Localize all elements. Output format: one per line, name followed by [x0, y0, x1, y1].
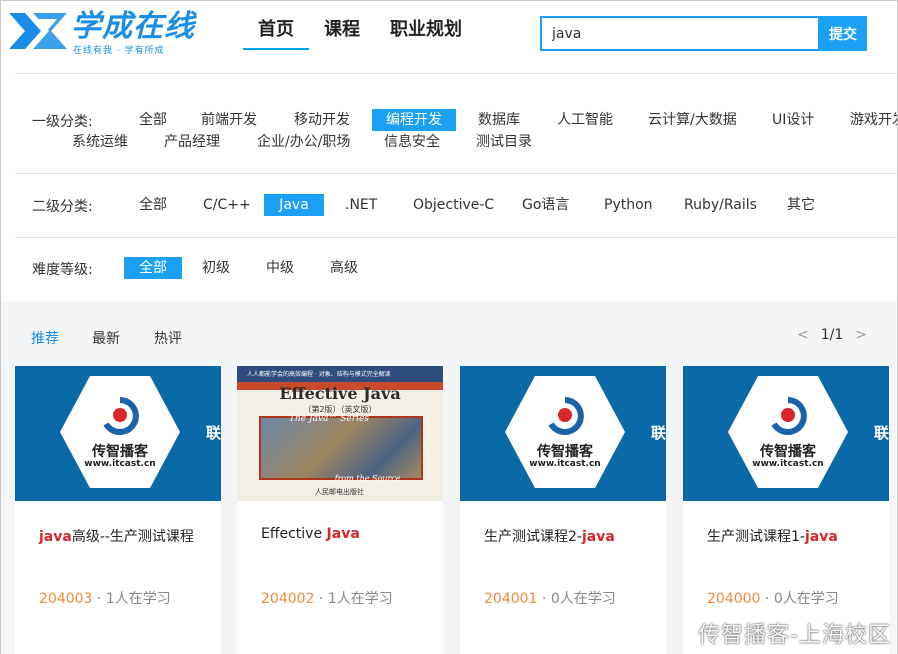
- filter-option-selected[interactable]: Java: [264, 194, 324, 216]
- course-title[interactable]: 生产测试课程1-java: [707, 526, 838, 546]
- sort-recommend[interactable]: 推荐: [31, 328, 59, 348]
- filter-option[interactable]: 游戏开发: [836, 109, 897, 131]
- filter-option[interactable]: Ruby/Rails: [670, 194, 771, 216]
- thumb-side-text: 联: [650, 424, 666, 442]
- logo-slogan: 在线有我 · 学有所成: [73, 46, 165, 56]
- filter-level2-label: 二级分类:: [32, 199, 93, 215]
- main-nav: 首页 课程 职业规划: [243, 17, 477, 51]
- filter-option[interactable]: Python: [590, 194, 667, 216]
- course-thumbnail[interactable]: 传智播客 www.itcast.cn 联: [683, 366, 889, 501]
- nav-courses[interactable]: 课程: [309, 17, 375, 50]
- brand-name: 传智播客: [537, 444, 593, 460]
- nav-career[interactable]: 职业规划: [375, 17, 477, 50]
- filter-option[interactable]: 测试目录: [462, 131, 546, 153]
- book-publisher: 人民邮电出版社: [315, 488, 364, 496]
- book-cover-photo: [259, 416, 423, 480]
- pagination: < 1/1 >: [797, 327, 867, 343]
- filter-option[interactable]: 移动开发: [280, 109, 364, 131]
- filter-level1-label: 一级分类:: [32, 114, 93, 130]
- filter-option[interactable]: .NET: [331, 194, 391, 216]
- course-meta: 204002 · 1人在学习: [261, 591, 393, 607]
- thumb-side-text: 联: [873, 424, 889, 442]
- course-title[interactable]: java高级--生产测试课程: [39, 526, 194, 546]
- brand-url: www.itcast.cn: [84, 459, 156, 469]
- search-bar: 提交: [540, 16, 868, 51]
- brand-name: 传智播客: [760, 444, 816, 460]
- brand-url: www.itcast.cn: [752, 459, 824, 469]
- filter-difficulty-label: 难度等级:: [32, 262, 93, 278]
- filter-option[interactable]: 产品经理: [150, 131, 234, 153]
- book-series: The Java™ Series: [289, 414, 369, 424]
- prev-page-button[interactable]: <: [797, 327, 809, 343]
- course-thumbnail[interactable]: 传智播客 www.itcast.cn 联: [15, 366, 221, 501]
- course-thumbnail[interactable]: 人人都能学会的高效编程 · 对象、结构与模式完全解读 Effective Jav…: [237, 366, 443, 501]
- filter-option[interactable]: Objective-C: [399, 194, 508, 216]
- course-list-area: 推荐 最新 热评 < 1/1 > 传智播客 www.itcast.cn 联 ja…: [1, 301, 897, 654]
- filter-option[interactable]: 云计算/大数据: [634, 109, 751, 131]
- course-title[interactable]: Effective Java: [261, 526, 360, 542]
- watermark: 传智播客-上海校区: [698, 623, 891, 648]
- nav-home[interactable]: 首页: [243, 17, 309, 50]
- filter-option[interactable]: 初级: [188, 257, 244, 279]
- filter-option[interactable]: UI设计: [758, 109, 828, 131]
- site-header: 学成在线 在线有我 · 学有所成 首页 课程 职业规划 提交: [1, 1, 897, 71]
- sort-hot[interactable]: 热评: [154, 328, 182, 348]
- filter-option[interactable]: 数据库: [464, 109, 534, 131]
- logo-x-icon: [9, 13, 67, 49]
- divider: [15, 73, 897, 74]
- course-thumbnail[interactable]: 传智播客 www.itcast.cn 联: [460, 366, 666, 501]
- book-title: Effective Java: [279, 384, 401, 403]
- itcast-logo-icon: [771, 397, 807, 435]
- filter-option[interactable]: 其它: [773, 194, 829, 216]
- filter-option[interactable]: 系统运维: [58, 131, 142, 153]
- brand-name: 传智播客: [92, 444, 148, 460]
- filter-option[interactable]: C/C++: [189, 194, 265, 216]
- page-indicator: 1/1: [820, 327, 844, 343]
- thumb-side-text: 联: [205, 424, 221, 442]
- book-banner: 人人都能学会的高效编程 · 对象、结构与模式完全解读: [237, 366, 443, 382]
- course-meta: 204003 · 1人在学习: [39, 591, 171, 607]
- filter-option[interactable]: 人工智能: [543, 109, 627, 131]
- filter-option[interactable]: 信息安全: [370, 131, 454, 153]
- itcast-logo-icon: [548, 397, 584, 435]
- filter-option[interactable]: 全部: [125, 194, 181, 216]
- logo-title: 学成在线: [71, 9, 195, 44]
- course-card[interactable]: 传智播客 www.itcast.cn 联 生产测试课程1-java 204000…: [683, 366, 889, 654]
- filter-option[interactable]: 高级: [316, 257, 372, 279]
- search-submit-button[interactable]: 提交: [819, 16, 867, 51]
- itcast-logo-icon: [103, 397, 139, 435]
- filter-option-selected[interactable]: 全部: [124, 257, 182, 279]
- filter-option[interactable]: 前端开发: [187, 109, 271, 131]
- filter-option[interactable]: 全部: [125, 109, 181, 131]
- divider: [15, 173, 897, 174]
- brand-url: www.itcast.cn: [529, 459, 601, 469]
- course-card[interactable]: 传智播客 www.itcast.cn 联 java高级--生产测试课程 2040…: [15, 366, 221, 654]
- filter-option[interactable]: Go语言: [508, 194, 583, 216]
- course-card[interactable]: 人人都能学会的高效编程 · 对象、结构与模式完全解读 Effective Jav…: [237, 366, 443, 654]
- filter-option-selected[interactable]: 编程开发: [372, 109, 456, 131]
- filter-option[interactable]: 企业/办公/职场: [243, 131, 364, 153]
- divider: [15, 237, 897, 238]
- course-card[interactable]: 传智播客 www.itcast.cn 联 生产测试课程2-java 204001…: [460, 366, 666, 654]
- sort-newest[interactable]: 最新: [92, 328, 120, 348]
- book-source: ...from the Source: [327, 474, 401, 483]
- search-input[interactable]: [540, 16, 820, 51]
- filter-option[interactable]: 中级: [252, 257, 308, 279]
- site-logo[interactable]: 学成在线 在线有我 · 学有所成: [7, 9, 207, 56]
- next-page-button[interactable]: >: [855, 327, 867, 343]
- course-meta: 204001 · 0人在学习: [484, 591, 616, 607]
- course-title[interactable]: 生产测试课程2-java: [484, 526, 615, 546]
- course-meta: 204000 · 0人在学习: [707, 591, 839, 607]
